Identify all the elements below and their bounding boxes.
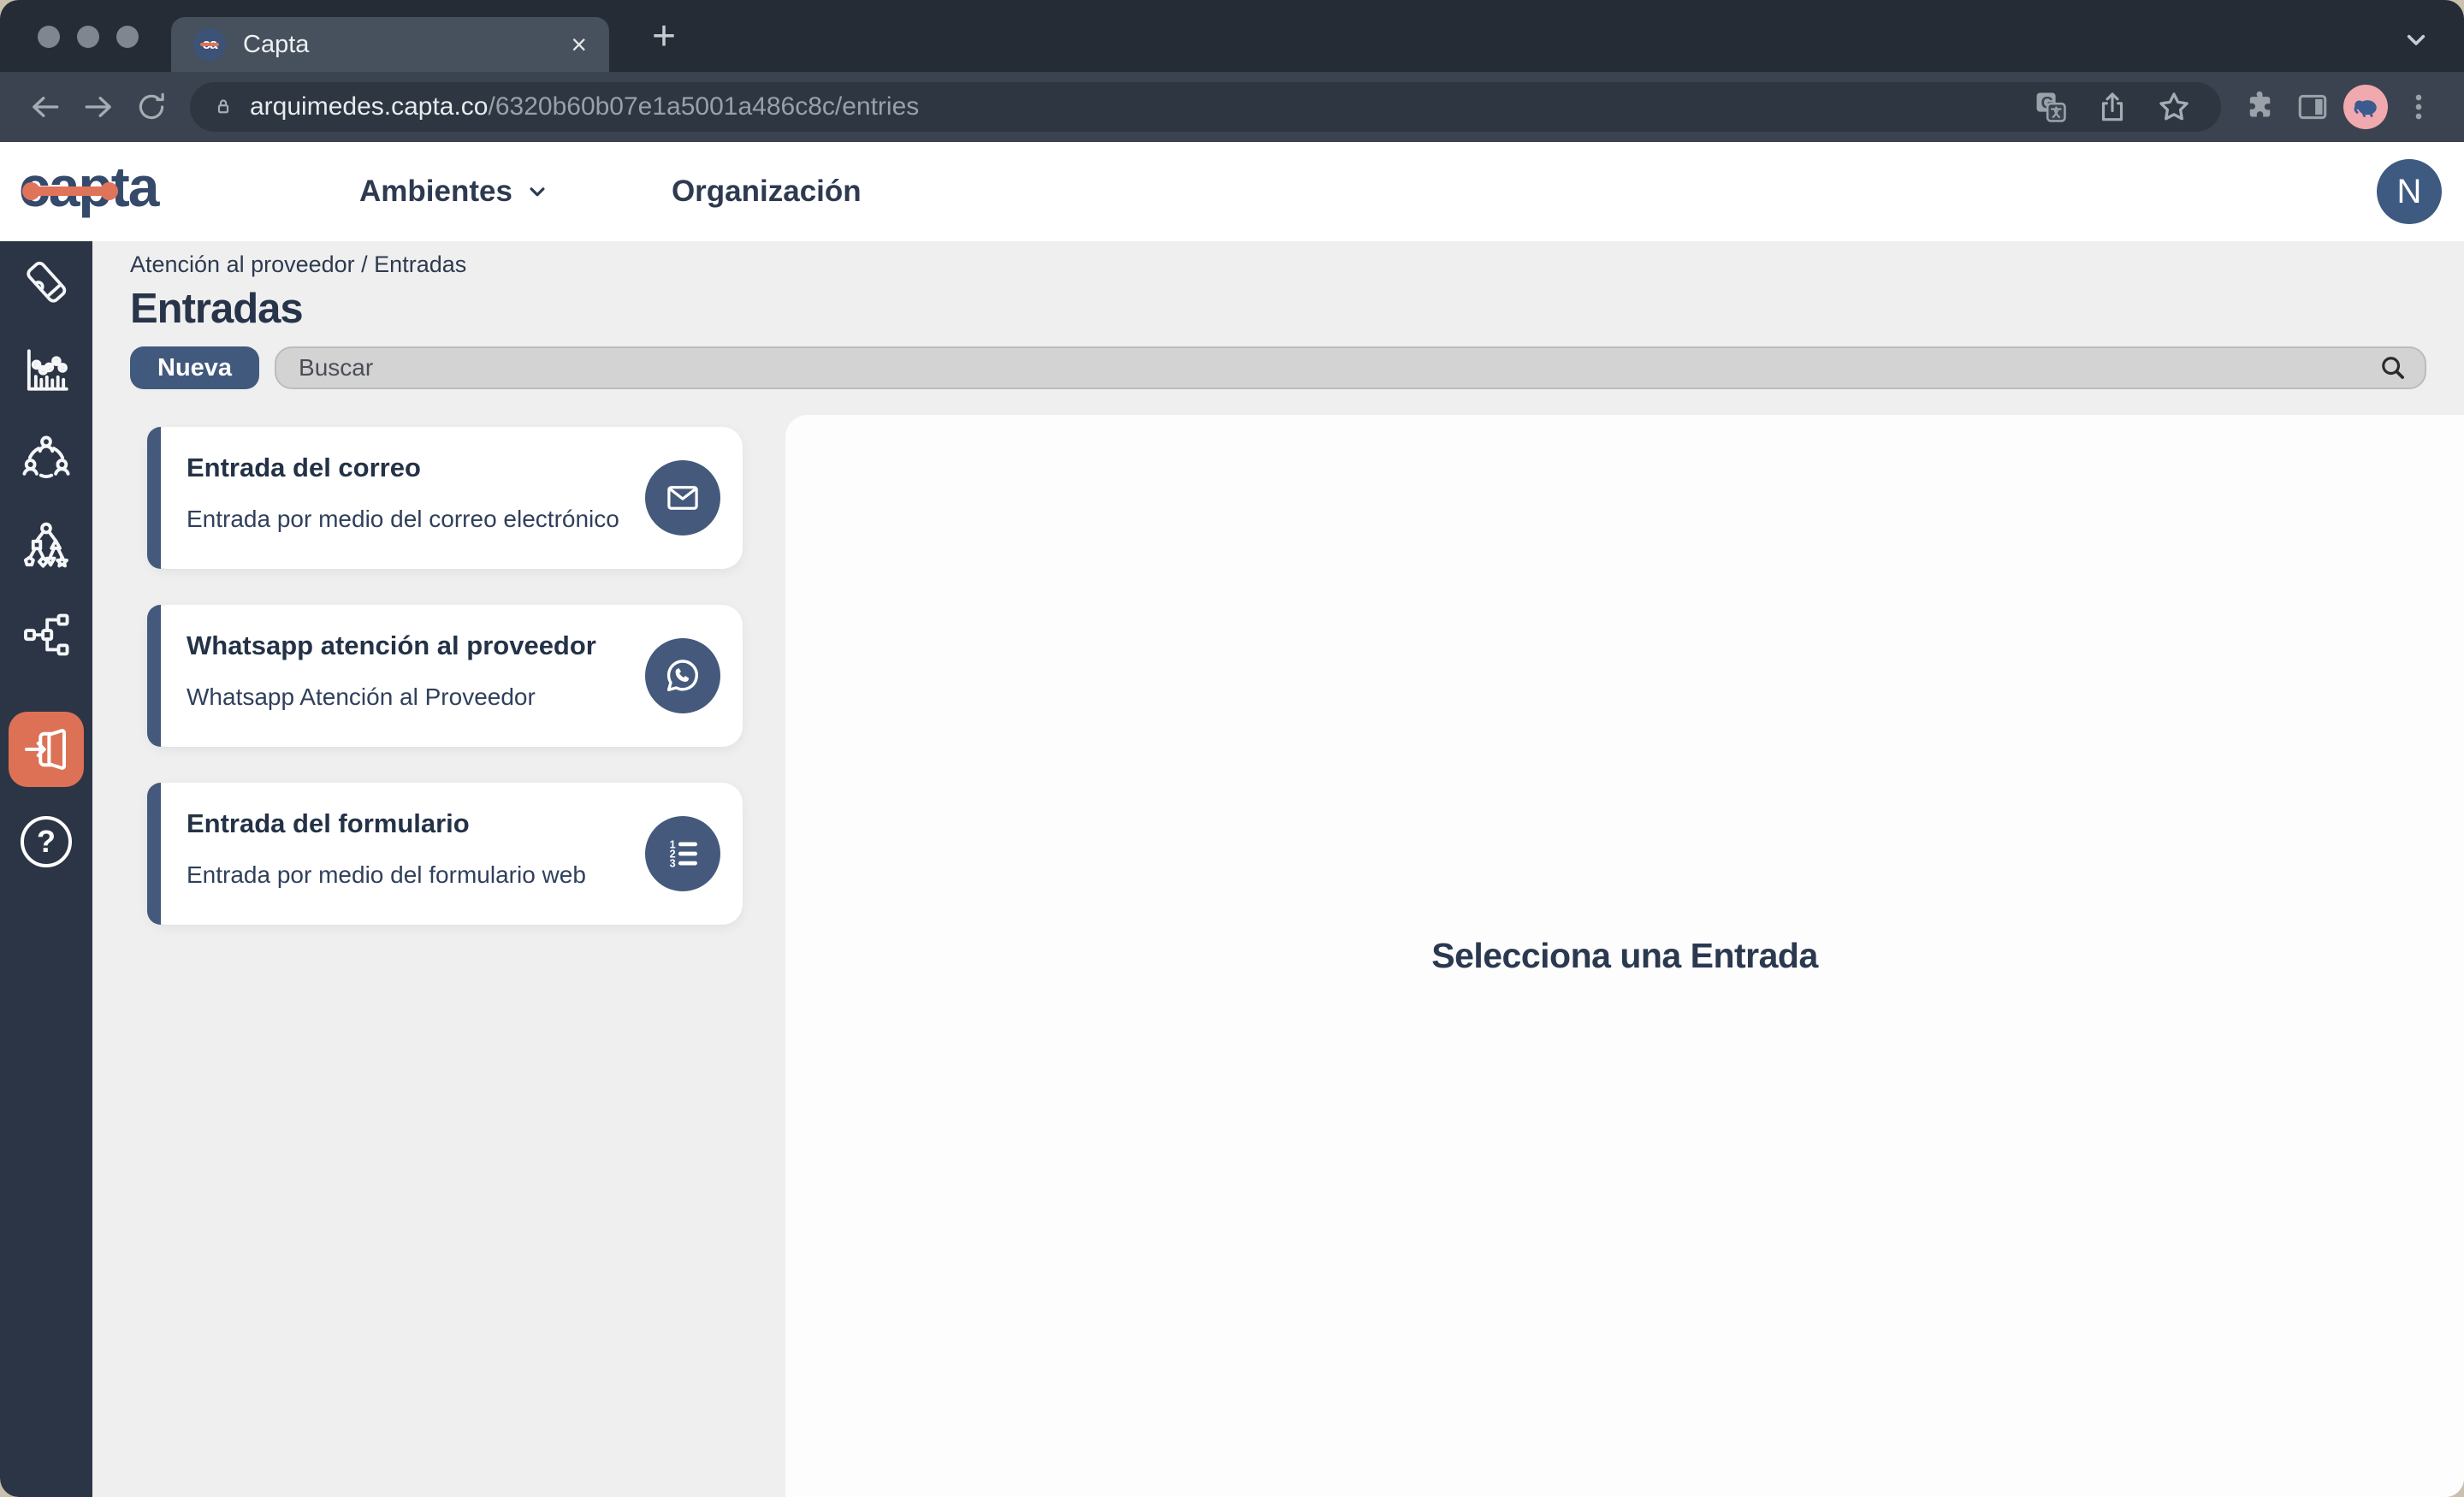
decision-tree-icon	[20, 520, 73, 573]
entry-description: Entrada por medio del formulario web	[187, 861, 631, 889]
elephant-icon	[2351, 92, 2380, 121]
favicon-logo-bar	[200, 43, 219, 46]
question-mark-icon: ?	[37, 824, 56, 860]
minimize-window-button[interactable]	[77, 26, 99, 48]
whatsapp-badge	[645, 638, 720, 713]
chevron-down-icon	[524, 179, 550, 204]
mail-badge	[645, 460, 720, 535]
close-window-button[interactable]	[38, 26, 60, 48]
forward-button[interactable]	[72, 80, 125, 133]
tab-list-chevron-icon[interactable]	[2399, 22, 2433, 61]
maximize-window-button[interactable]	[116, 26, 139, 48]
entry-card-whatsapp[interactable]: Whatsapp atención al proveedor Whatsapp …	[147, 605, 743, 747]
new-tab-button[interactable]: +	[640, 12, 688, 60]
page-title: Entradas	[130, 285, 2426, 333]
nav-ambientes[interactable]: Ambientes	[359, 175, 550, 209]
entry-description: Entrada por medio del correo electrónico	[187, 506, 631, 533]
lock-icon	[210, 94, 236, 120]
sidebar-item-flows[interactable]	[19, 607, 74, 662]
card-accent-bar	[147, 783, 161, 925]
analytics-chart-icon	[20, 344, 73, 397]
search-icon[interactable]	[2377, 352, 2409, 388]
sidebar-item-tickets[interactable]	[19, 255, 74, 310]
card-accent-bar	[147, 427, 161, 569]
app-nav: Ambientes Organización	[359, 175, 862, 209]
nav-organizacion-label: Organización	[672, 175, 862, 209]
share-icon[interactable]	[2086, 80, 2139, 133]
sidebar-item-team[interactable]	[19, 431, 74, 486]
flowchart-icon	[20, 608, 73, 661]
nav-ambientes-label: Ambientes	[359, 175, 512, 209]
tab-strip: ca Capta × +	[0, 0, 2464, 72]
search-input[interactable]	[275, 346, 2426, 389]
nav-organizacion[interactable]: Organización	[672, 175, 862, 209]
app-sidebar: ?	[0, 241, 92, 1497]
capta-logo-link-bar	[26, 186, 115, 196]
url-text: arquimedes.capta.co/6320b60b07e1a5001a48…	[250, 92, 919, 121]
people-network-icon	[20, 432, 73, 485]
entry-title: Entrada del formulario	[187, 808, 631, 839]
entry-card-formulario[interactable]: Entrada del formulario Entrada por medio…	[147, 783, 743, 925]
entry-card-correo[interactable]: Entrada del correo Entrada por medio del…	[147, 427, 743, 569]
card-accent-bar	[147, 605, 161, 747]
entry-detail-panel: Selecciona una Entrada	[785, 415, 2464, 1497]
extensions-puzzle-icon[interactable]	[2233, 80, 2286, 133]
browser-menu-kebab-icon[interactable]	[2392, 80, 2445, 133]
translate-icon[interactable]: G	[2024, 80, 2077, 133]
entries-list: Entrada del correo Entrada por medio del…	[92, 415, 785, 1497]
browser-tab[interactable]: ca Capta ×	[171, 17, 609, 72]
capta-logo[interactable]: capta	[19, 154, 157, 219]
sidebar-item-analytics[interactable]	[19, 343, 74, 398]
bookmark-star-icon[interactable]	[2147, 80, 2200, 133]
entry-title: Whatsapp atención al proveedor	[187, 630, 631, 661]
tab-close-icon[interactable]: ×	[571, 31, 587, 58]
app-header: capta Ambientes Organización N	[0, 142, 2464, 241]
svg-text:3: 3	[670, 858, 676, 870]
main-content: Atención al proveedor / Entradas Entrada…	[92, 241, 2464, 1497]
browser-window: ca Capta × + arquimedes.capta.co/6320b60…	[0, 0, 2464, 1497]
url-path: /6320b60b07e1a5001a486c8c/entries	[489, 92, 920, 121]
back-button[interactable]	[19, 80, 72, 133]
side-panel-icon[interactable]	[2286, 80, 2339, 133]
new-entry-button[interactable]: Nueva	[130, 346, 259, 389]
form-badge: 1 2 3	[645, 816, 720, 891]
tab-favicon: ca	[193, 28, 226, 61]
door-enter-icon	[21, 724, 72, 775]
whatsapp-icon	[662, 655, 703, 696]
browser-toolbar: arquimedes.capta.co/6320b60b07e1a5001a48…	[0, 72, 2464, 142]
empty-state-text: Selecciona una Entrada	[1431, 936, 1818, 976]
breadcrumb[interactable]: Atención al proveedor / Entradas	[130, 251, 2426, 278]
url-bar[interactable]: arquimedes.capta.co/6320b60b07e1a5001a48…	[190, 82, 2221, 132]
user-avatar[interactable]: N	[2377, 159, 2442, 224]
tab-title: Capta	[243, 31, 309, 59]
window-controls	[38, 26, 139, 48]
browser-profile-avatar[interactable]	[2339, 80, 2392, 133]
sidebar-item-decision-tree[interactable]	[19, 519, 74, 574]
entry-title: Entrada del correo	[187, 453, 631, 483]
url-domain: arquimedes.capta.co	[250, 92, 489, 121]
help-button[interactable]: ?	[21, 816, 72, 867]
entry-description: Whatsapp Atención al Proveedor	[187, 683, 631, 711]
numbered-list-icon: 1 2 3	[663, 834, 702, 873]
mail-icon	[663, 478, 702, 518]
ticket-icon	[21, 257, 72, 308]
search-bar	[275, 346, 2426, 389]
reload-button[interactable]	[125, 80, 178, 133]
sidebar-item-entradas-active[interactable]	[9, 712, 84, 787]
